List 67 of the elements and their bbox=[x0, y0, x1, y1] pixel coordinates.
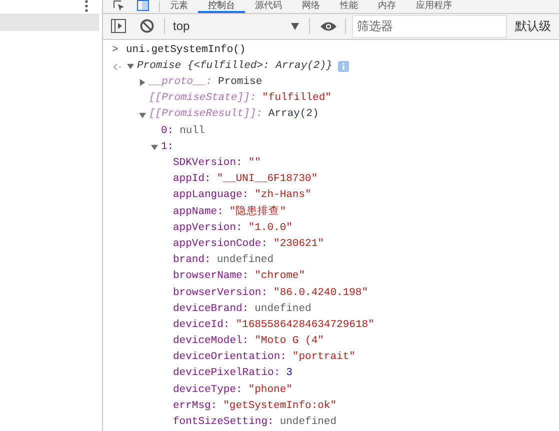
property-name: SDKVersion: bbox=[173, 156, 242, 172]
property-value: "chrome" bbox=[254, 269, 306, 284]
property-name: [[PromiseResult]]: bbox=[149, 107, 262, 122]
property-value: "phone" bbox=[248, 382, 292, 398]
context-select[interactable]: top bbox=[173, 17, 303, 36]
expanded-arrow-icon[interactable] bbox=[139, 112, 146, 119]
property-name: [[PromiseState]]: bbox=[149, 91, 256, 106]
property-name: 0: bbox=[161, 124, 174, 139]
property-value: Promise bbox=[218, 75, 262, 90]
property-name: appName: bbox=[173, 204, 224, 220]
device-toolbar-icon[interactable] bbox=[137, 0, 149, 11]
property-name: appVersionCode: bbox=[173, 236, 268, 252]
property-name: deviceOrientation: bbox=[173, 350, 286, 366]
property-name: appVersion: bbox=[173, 220, 242, 236]
property-name: browserVersion: bbox=[173, 286, 268, 301]
property-name: devicePixelRatio: bbox=[173, 366, 280, 382]
property-value: "" bbox=[248, 156, 261, 172]
eye-icon[interactable] bbox=[320, 20, 337, 32]
property-value: "230621" bbox=[274, 236, 324, 252]
property-value: 3 bbox=[286, 366, 292, 382]
property-name: __proto__: bbox=[149, 75, 212, 90]
property-value: undefined bbox=[216, 253, 274, 268]
panel-tab[interactable]: 应用程序 bbox=[406, 0, 462, 13]
panel-tab[interactable]: 网络 bbox=[292, 0, 330, 13]
inspect-icon[interactable] bbox=[113, 0, 125, 11]
filter-field[interactable]: 筛选器 bbox=[352, 14, 507, 38]
dropdown-caret-icon bbox=[291, 22, 299, 30]
property-value: null bbox=[180, 124, 205, 139]
property-value: Array(2) bbox=[268, 107, 319, 122]
property-value: "portrait" bbox=[292, 350, 356, 366]
more-options-icon[interactable] bbox=[85, 0, 88, 12]
property-name: deviceModel: bbox=[173, 334, 249, 350]
command-text: uni.getSystemInfo() bbox=[126, 42, 246, 58]
log-levels-dropdown[interactable]: 默认级 bbox=[515, 17, 551, 36]
prompt-symbol: > bbox=[112, 42, 120, 58]
result-arrow-icon bbox=[112, 62, 122, 71]
property-name: brand: bbox=[173, 253, 211, 268]
property-value: "86.0.4240.198" bbox=[274, 286, 368, 301]
property-value: "1.0.0" bbox=[248, 220, 292, 236]
clear-console-icon[interactable] bbox=[140, 19, 154, 34]
property-value: "隐患排查" bbox=[229, 204, 286, 220]
property-value: "getSystemInfo:ok" bbox=[223, 398, 337, 414]
property-value: "Moto G (4" bbox=[254, 334, 324, 350]
property-value: "__UNI__6F18730" bbox=[216, 172, 318, 188]
panel-tab[interactable]: 元素 bbox=[160, 0, 198, 13]
property-name: deviceId: bbox=[173, 318, 230, 333]
property-name: deviceBrand: bbox=[173, 302, 249, 317]
panel-tab[interactable]: 性能 bbox=[330, 0, 368, 13]
property-name: appId: bbox=[173, 172, 211, 188]
panel-tab[interactable]: 内存 bbox=[368, 0, 406, 13]
property-value: "zh-Hans" bbox=[254, 188, 312, 204]
property-name: browserName: bbox=[173, 269, 249, 284]
property-name: deviceType: bbox=[173, 382, 242, 398]
expanded-arrow-icon[interactable] bbox=[127, 63, 134, 70]
expanded-arrow-icon[interactable] bbox=[151, 144, 158, 152]
collapsed-arrow-icon[interactable] bbox=[139, 79, 146, 86]
promise-summary[interactable]: Promise {<fulfilled>: Array(2)} bbox=[137, 58, 332, 75]
property-name: 1: bbox=[161, 140, 174, 155]
property-value: undefined bbox=[254, 302, 312, 317]
panel-tab[interactable]: 源代码 bbox=[245, 0, 292, 13]
property-name: errMsg: bbox=[173, 398, 218, 414]
property-value: "fulfilled" bbox=[262, 91, 332, 106]
sidebar-toggle-icon[interactable] bbox=[111, 19, 126, 34]
property-name: fontSizeSetting: bbox=[173, 415, 274, 430]
property-name: appLanguage: bbox=[173, 188, 249, 204]
property-value: "16855864284634729618" bbox=[236, 318, 374, 333]
property-value: undefined bbox=[280, 415, 337, 430]
